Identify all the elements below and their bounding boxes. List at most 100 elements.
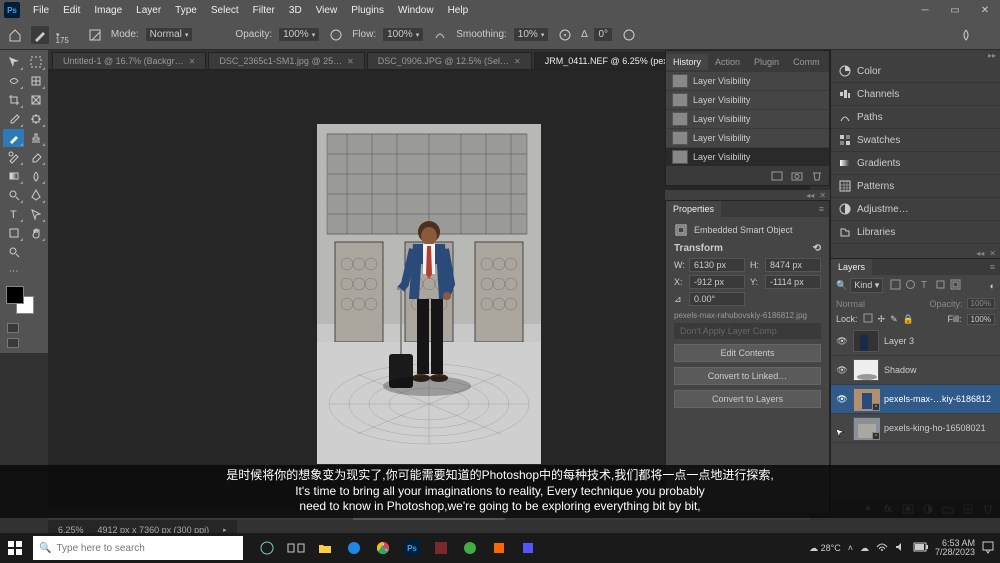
layer-row[interactable]: 👁 ▫ pexels-max-…kiy-6186812 xyxy=(831,385,1000,414)
photoshop-icon[interactable]: Ps xyxy=(399,535,425,561)
wifi-icon[interactable] xyxy=(876,542,888,554)
menu-select[interactable]: Select xyxy=(204,5,246,16)
app-icon[interactable] xyxy=(515,535,541,561)
document-canvas[interactable] xyxy=(317,124,541,464)
app-icon[interactable] xyxy=(457,535,483,561)
history-item[interactable]: Layer Visibility xyxy=(666,91,829,110)
start-button[interactable] xyxy=(0,533,30,563)
new-document-from-state-icon[interactable] xyxy=(770,170,784,182)
history-item[interactable]: Layer Visibility xyxy=(666,129,829,148)
eraser-tool[interactable] xyxy=(25,148,46,166)
convert-to-layers-button[interactable]: Convert to Layers xyxy=(674,390,821,408)
blend-mode-dropdown[interactable]: Normal xyxy=(836,299,926,309)
menu-3d[interactable]: 3D xyxy=(282,5,309,16)
frame-tool[interactable] xyxy=(25,91,46,109)
channels-panel-row[interactable]: Channels xyxy=(831,83,1000,106)
x-input[interactable]: -912 px xyxy=(689,275,745,289)
smoothing-options-icon[interactable] xyxy=(555,25,575,45)
quick-mask-icon[interactable] xyxy=(7,323,19,333)
filter-smart-icon[interactable] xyxy=(950,279,961,292)
close-icon[interactable]: ✕ xyxy=(514,57,521,66)
history-item[interactable]: Layer Visibility xyxy=(666,72,829,91)
lock-brush-icon[interactable]: ✎ xyxy=(890,314,898,325)
tab-untitled[interactable]: Untitled-1 @ 16.7% (Backgr…✕ xyxy=(52,52,206,69)
stamp-tool[interactable] xyxy=(25,129,46,147)
brush-preview[interactable] xyxy=(30,25,50,45)
onedrive-icon[interactable]: ☁ xyxy=(860,543,869,554)
panel-menu-icon[interactable]: ≡ xyxy=(814,204,829,214)
visibility-toggle[interactable]: 👁 xyxy=(836,365,848,376)
notifications-icon[interactable] xyxy=(982,541,994,555)
menu-help[interactable]: Help xyxy=(441,5,476,16)
paths-panel-row[interactable]: Paths xyxy=(831,106,1000,129)
expand-icon[interactable]: ▸▸ xyxy=(988,51,996,60)
menu-type[interactable]: Type xyxy=(168,5,204,16)
menu-file[interactable]: File xyxy=(26,5,56,16)
tray-chevron-icon[interactable]: ˄ xyxy=(848,543,853,553)
gradients-panel-row[interactable]: Gradients xyxy=(831,152,1000,175)
trash-icon[interactable] xyxy=(810,170,824,182)
dodge-tool[interactable] xyxy=(3,186,24,204)
libraries-panel-row[interactable]: Libraries xyxy=(831,221,1000,244)
layers-tab[interactable]: Layers xyxy=(831,259,872,275)
layer-fill-input[interactable]: 100% xyxy=(967,314,995,325)
layer-row[interactable]: 👁 Layer 3 xyxy=(831,327,1000,356)
menu-plugins[interactable]: Plugins xyxy=(344,5,391,16)
eyedropper-tool[interactable] xyxy=(3,110,24,128)
tab-dsc0906[interactable]: DSC_0906.JPG @ 12.5% (Sel…✕ xyxy=(367,52,532,69)
airbrush-icon[interactable] xyxy=(430,25,450,45)
menu-image[interactable]: Image xyxy=(87,5,129,16)
tab-dsc2365[interactable]: DSC_2365c1-SM1.jpg @ 25…✕ xyxy=(208,52,364,69)
edge-icon[interactable] xyxy=(341,535,367,561)
close-icon[interactable]: ✕ xyxy=(189,57,196,66)
properties-tab[interactable]: Properties xyxy=(666,201,721,217)
battery-icon[interactable] xyxy=(914,543,928,553)
crop-tool[interactable] xyxy=(3,91,24,109)
app-icon[interactable] xyxy=(428,535,454,561)
visibility-toggle[interactable]: 👁 xyxy=(836,394,848,405)
mode-dropdown[interactable]: Normal▾ xyxy=(145,27,194,42)
collapse-icon[interactable]: ◂◂ xyxy=(976,249,984,258)
filter-shape-icon[interactable] xyxy=(935,279,946,292)
width-input[interactable]: 6130 px xyxy=(689,258,745,272)
minimize-button[interactable]: ─ xyxy=(910,0,940,20)
actions-tab[interactable]: Action xyxy=(708,54,747,70)
lasso-tool[interactable] xyxy=(3,72,24,90)
pressure-size-icon[interactable] xyxy=(619,25,639,45)
history-tab[interactable]: History xyxy=(666,54,708,70)
clock[interactable]: 6:53 AM 7/28/2023 xyxy=(935,539,975,558)
marquee-tool[interactable] xyxy=(25,53,46,71)
volume-icon[interactable] xyxy=(895,542,907,554)
symmetry-icon[interactable] xyxy=(956,25,976,45)
layer-row[interactable]: 👁 Shadow xyxy=(831,356,1000,385)
y-input[interactable]: -1114 px xyxy=(765,275,821,289)
lock-all-icon[interactable]: 🔒 xyxy=(903,314,914,325)
history-item[interactable]: Layer Visibility xyxy=(666,148,829,167)
menu-filter[interactable]: Filter xyxy=(246,5,282,16)
collapse-icon[interactable]: ◂◂ xyxy=(806,191,814,200)
color-swatches[interactable] xyxy=(3,284,46,320)
gradient-tool[interactable] xyxy=(3,167,24,185)
history-item[interactable]: Layer Visibility xyxy=(666,110,829,129)
healing-tool[interactable] xyxy=(25,110,46,128)
menu-edit[interactable]: Edit xyxy=(56,5,87,16)
screen-mode-icon[interactable] xyxy=(7,338,19,348)
height-input[interactable]: 8474 px xyxy=(765,258,821,272)
brush-panel-button[interactable] xyxy=(85,25,105,45)
filter-type-icon[interactable]: T xyxy=(920,279,931,292)
adjustments-panel-row[interactable]: Adjustme… xyxy=(831,198,1000,221)
cortana-icon[interactable] xyxy=(254,535,280,561)
angle-input[interactable]: 0° xyxy=(593,27,613,42)
selection-tool[interactable] xyxy=(25,72,46,90)
app-icon[interactable] xyxy=(486,535,512,561)
plugin-tab[interactable]: Plugin xyxy=(747,54,786,70)
explorer-icon[interactable] xyxy=(312,535,338,561)
layer-row[interactable]: ▫ pexels-king-ho-16508021 xyxy=(831,414,1000,443)
opacity-dropdown[interactable]: 100%▾ xyxy=(278,27,320,42)
search-box[interactable]: 🔍 Type here to search xyxy=(33,536,243,560)
smoothing-dropdown[interactable]: 10%▾ xyxy=(513,27,550,42)
weather-widget[interactable]: ☁ 28°C xyxy=(809,543,841,554)
panel-menu-icon[interactable]: ≡ xyxy=(985,262,1000,272)
visibility-toggle[interactable]: 👁 xyxy=(836,336,848,347)
comm-tab[interactable]: Comm xyxy=(786,54,827,70)
